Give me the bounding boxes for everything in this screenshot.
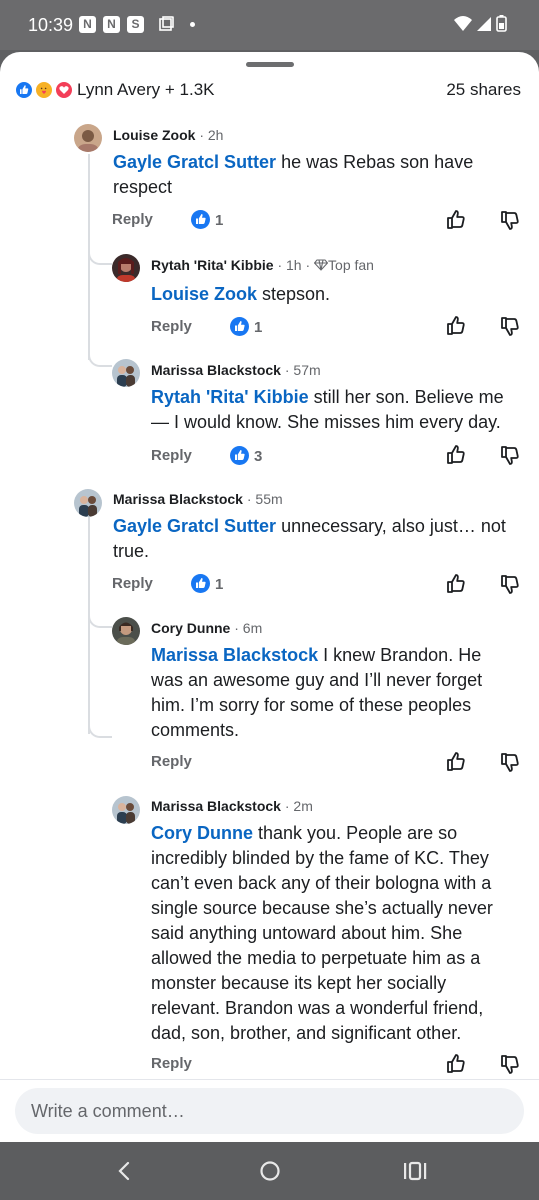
comment-text: monster because its kept her socially [151, 973, 447, 993]
more-notifications-dot [190, 22, 195, 27]
signal-icon [477, 17, 491, 31]
thumbs-up-icon[interactable] [445, 1053, 467, 1075]
avatar[interactable] [112, 796, 140, 824]
like-icon [14, 80, 34, 100]
back-icon[interactable] [110, 1157, 140, 1185]
system-icons [453, 14, 513, 39]
comment-time: · 2m [284, 798, 313, 814]
wifi-icon [454, 16, 472, 31]
comments-sheet: Lynn Avery + 1.3K 25 shares Louise Zook … [0, 52, 539, 1142]
status-time: 10:39 [28, 15, 74, 35]
comment-input[interactable]: Write a comment… [15, 1088, 524, 1134]
reaction-icons [14, 80, 74, 100]
comment-reply: Marissa Blackstock · 2m Cory Dunne thank… [0, 52, 539, 1082]
comment-composer: Write a comment… [0, 1079, 539, 1142]
comment-text: can’t even back any of their bologna wit… [151, 873, 492, 893]
notification-icon: N [79, 16, 96, 33]
system-nav-bar [0, 1142, 539, 1200]
thumbs-down-icon[interactable] [499, 1053, 521, 1075]
comment-author[interactable]: Marissa Blackstock · 2m [151, 798, 313, 814]
battery-icon [496, 15, 507, 32]
recents-icon[interactable] [400, 1157, 430, 1185]
comment-text: allowed the media to perpetuate him as a [151, 948, 481, 968]
care-icon [34, 80, 54, 100]
notification-icon: S [127, 16, 144, 33]
mention-link[interactable]: Cory Dunne [151, 823, 253, 843]
comment-text: relevant. Brandon was a wonderful friend… [151, 998, 484, 1018]
comment-body: Cory Dunne thank you. People are so incr… [151, 821, 531, 1046]
notification-icon: N [103, 16, 120, 33]
status-bar: 10:39 N N S [0, 0, 539, 50]
author-name[interactable]: Marissa Blackstock [151, 798, 281, 814]
love-icon [54, 80, 74, 100]
comment-text: dad, son, brother, and significant other… [151, 1023, 462, 1043]
comment-text: thank you. People are so [253, 823, 458, 843]
home-icon[interactable] [255, 1157, 285, 1185]
comment-text: single source because she’s actually nev… [151, 898, 493, 918]
reply-button[interactable]: Reply [151, 1055, 192, 1072]
comment-text: incredibly blinded by the fame of KC. Th… [151, 848, 489, 868]
screenshot-icon [159, 16, 174, 31]
comment-text: said anything untoward about him. She [151, 923, 463, 943]
